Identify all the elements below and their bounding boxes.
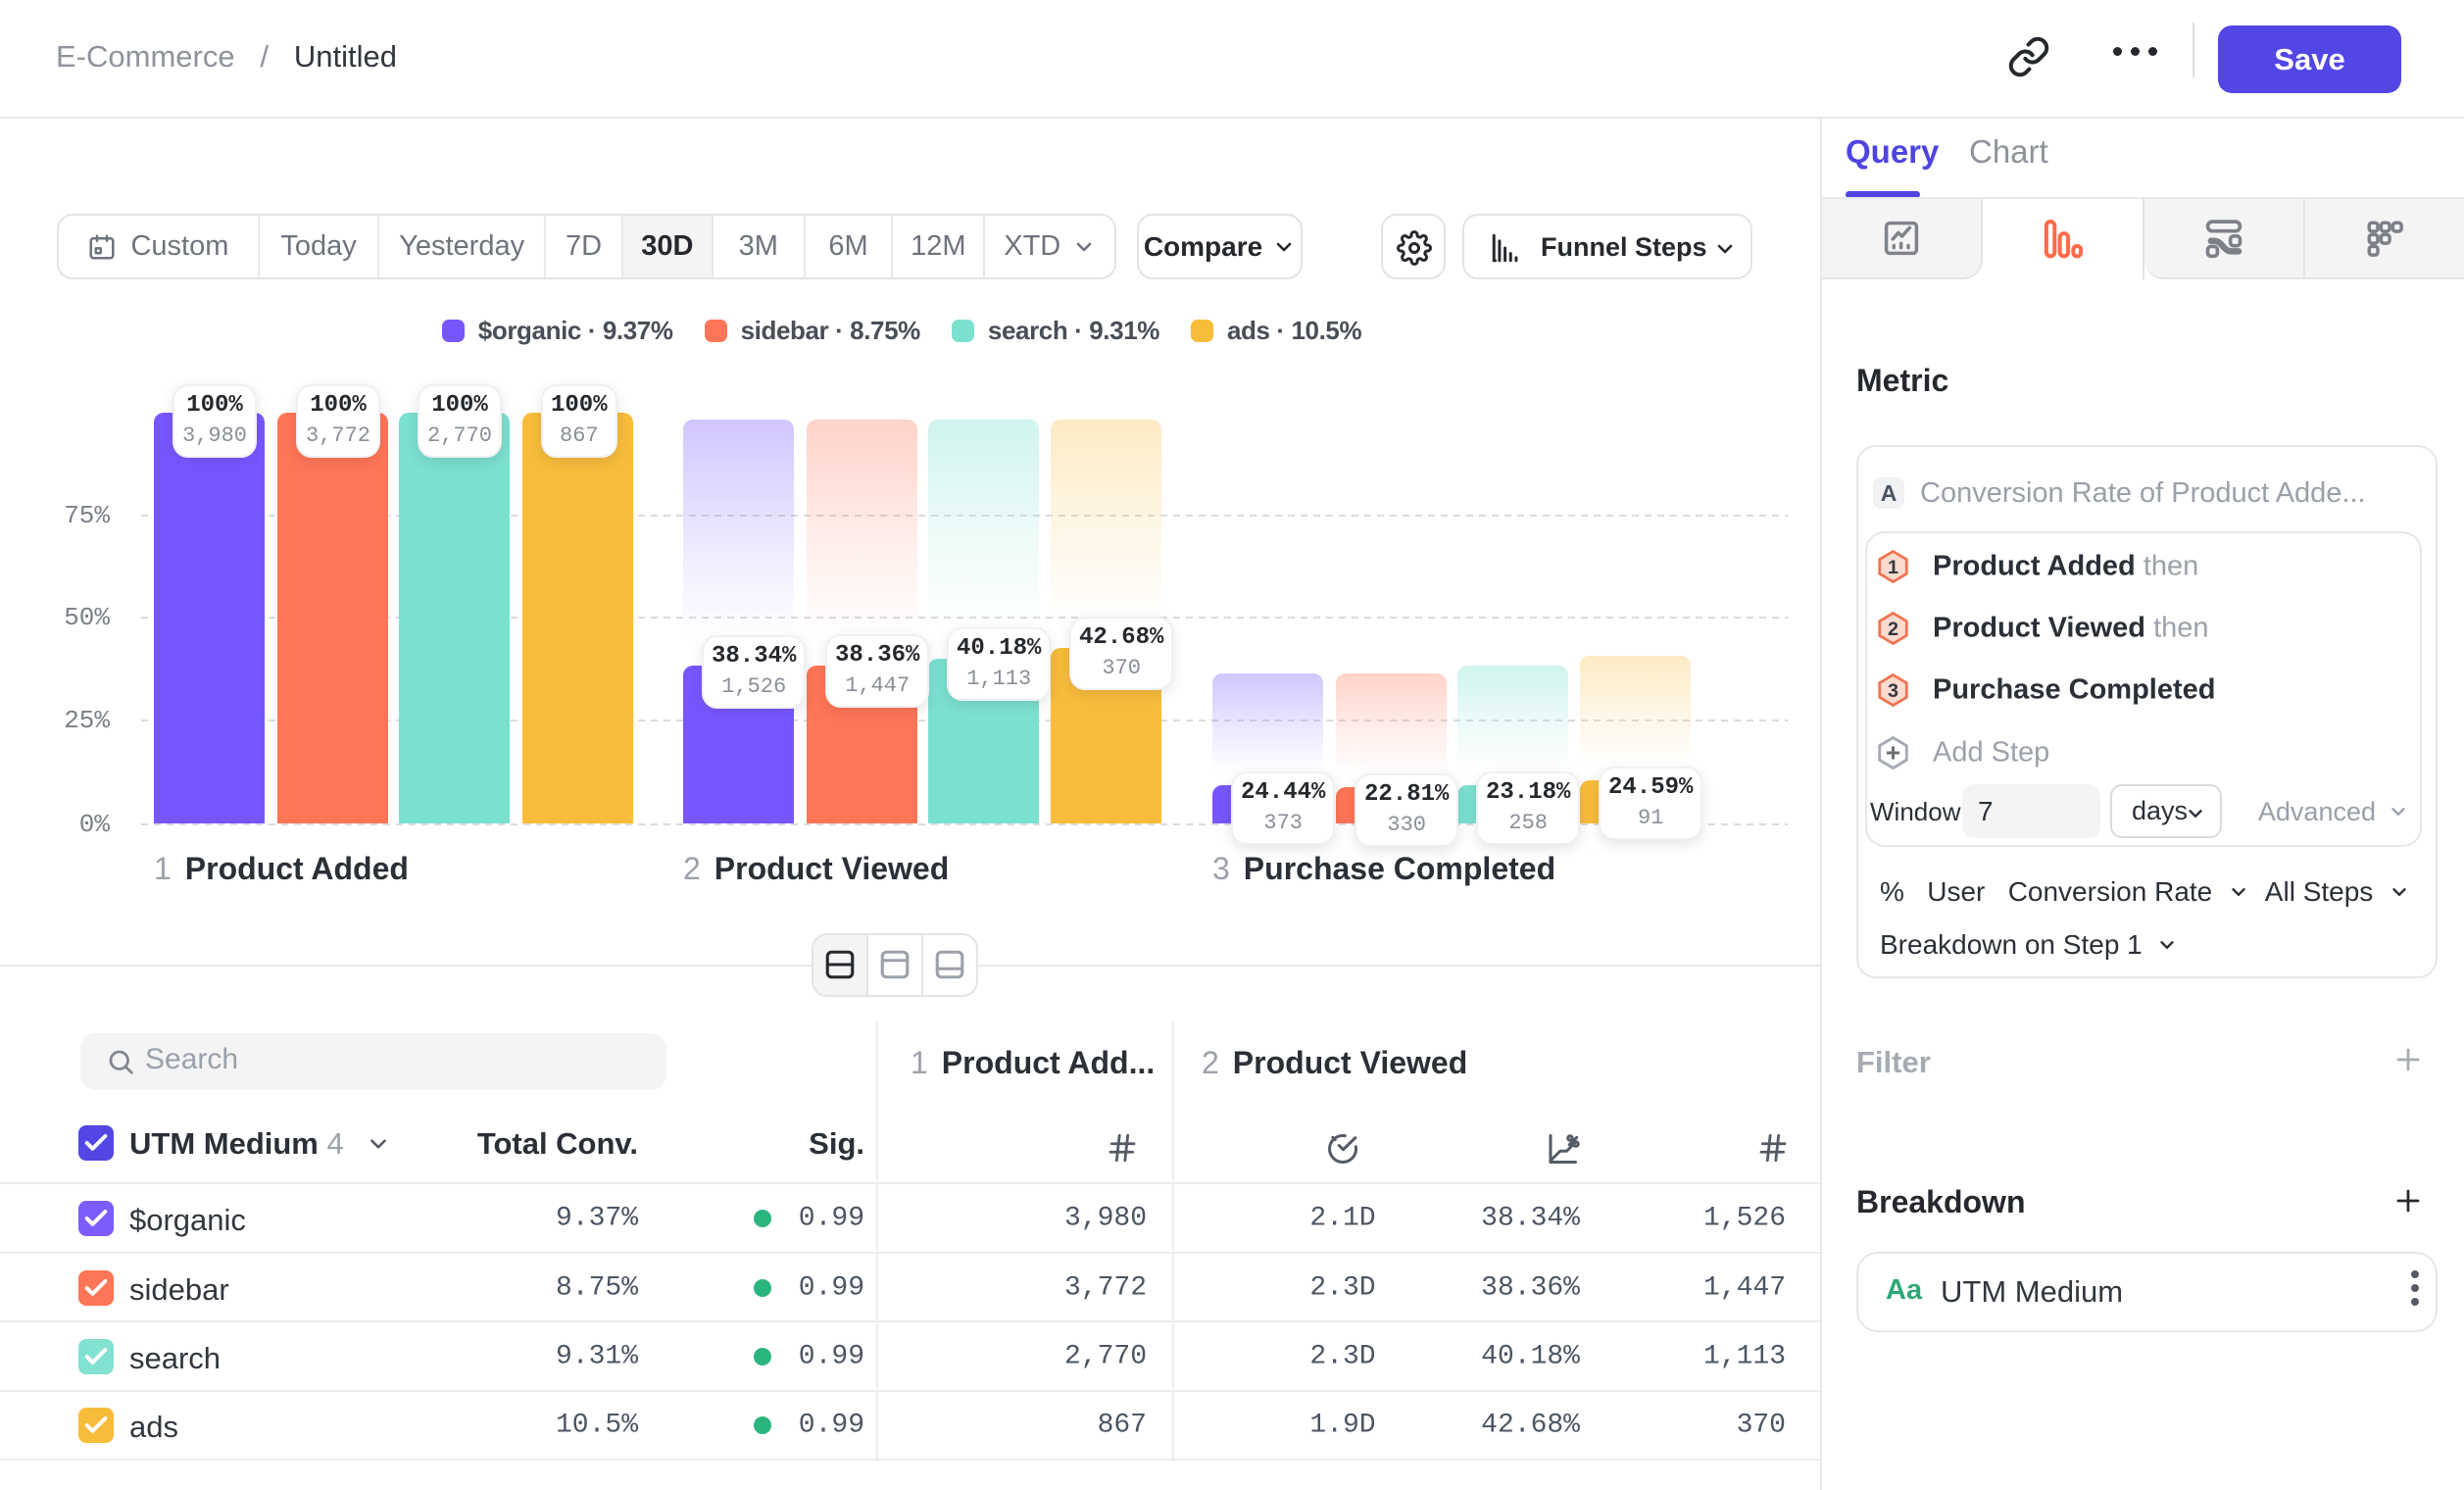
svg-text:1: 1 (1888, 557, 1898, 578)
svg-text:2: 2 (1888, 619, 1898, 640)
svg-text:3: 3 (1888, 680, 1898, 702)
